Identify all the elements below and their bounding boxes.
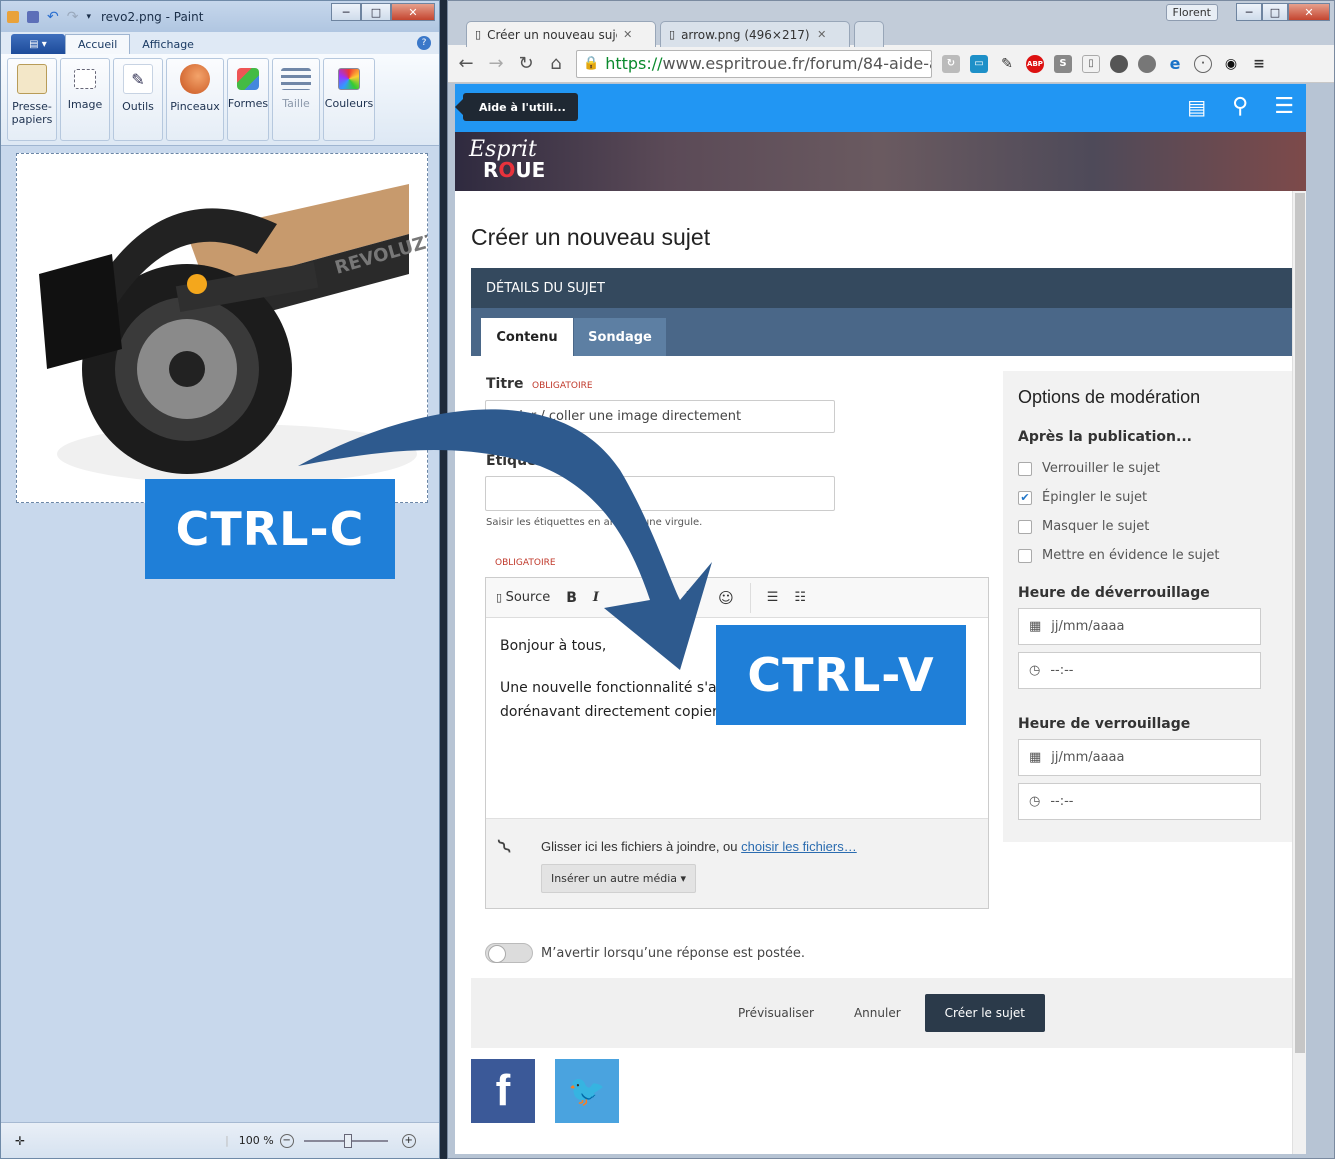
tab-create-topic[interactable]: ▯ Créer un nouveau sujet - E ✕ [466, 21, 656, 47]
page-icon: ▯ [475, 28, 482, 41]
close-tab-icon[interactable]: ✕ [623, 28, 632, 41]
tab-title: Créer un nouveau sujet - E [487, 27, 617, 42]
curved-arrow [298, 409, 712, 670]
ctrl-v-label: CTRL-V [716, 625, 966, 725]
ctrl-c-label: CTRL-C [145, 479, 395, 579]
